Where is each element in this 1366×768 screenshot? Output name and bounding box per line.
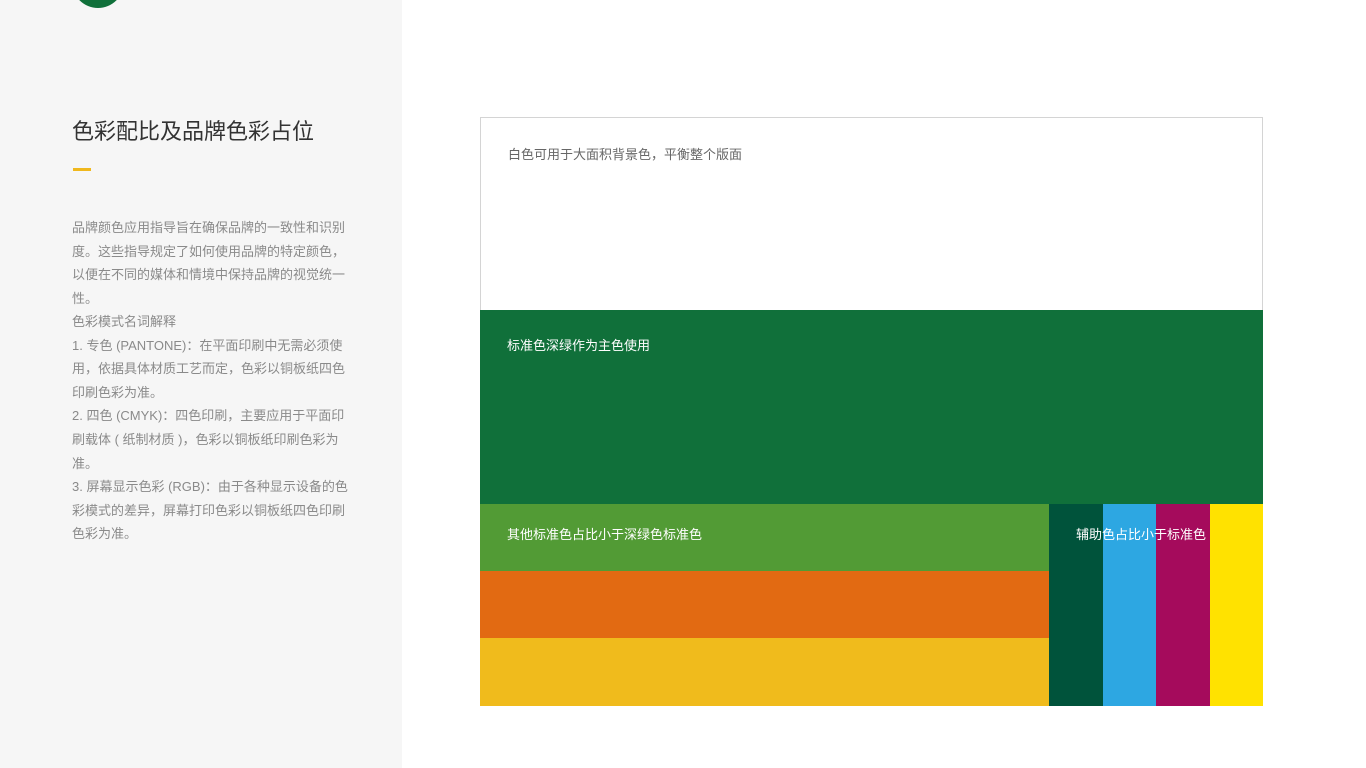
auxiliary-color-block-yellow xyxy=(1210,504,1263,706)
sidebar-panel: 色彩配比及品牌色彩占位 品牌颜色应用指导旨在确保品牌的一致性和识别度。这些指导规… xyxy=(0,0,402,768)
white-color-block: 白色可用于大面积背景色，平衡整个版面 xyxy=(480,117,1263,310)
color-mode-item-cmyk: 2. 四色 (CMYK)：四色印刷，主要应用于平面印刷载体 ( 纸制材质 )，色… xyxy=(72,408,345,471)
page-description: 品牌颜色应用指导旨在确保品牌的一致性和识别度。这些指导规定了如何使用品牌的特定颜… xyxy=(72,220,346,306)
color-proportion-chart: 白色可用于大面积背景色，平衡整个版面 标准色深绿作为主色使用 其他标准色占比小于… xyxy=(480,117,1263,706)
primary-green-block: 标准色深绿作为主色使用 xyxy=(480,310,1263,504)
white-block-label: 白色可用于大面积背景色，平衡整个版面 xyxy=(508,147,743,162)
brand-logo-circle xyxy=(72,0,124,8)
color-modes-heading: 色彩模式名词解释 xyxy=(72,314,177,329)
title-accent-bar xyxy=(73,168,91,171)
page-title: 色彩配比及品牌色彩占位 xyxy=(72,119,315,144)
color-mode-item-pantone: 1. 专色 (PANTONE)：在平面印刷中无需必须使用，依据具体材质工艺而定，… xyxy=(72,337,346,400)
color-modes-section: 色彩模式名词解释 1. 专色 (PANTONE)：在平面印刷中无需必须使用，依据… xyxy=(72,310,357,546)
standard-color-block-yellow xyxy=(480,638,1049,706)
standard-color-block-green: 其他标准色占比小于深绿色标准色 xyxy=(480,504,1049,571)
standard-color-block-orange xyxy=(480,571,1049,638)
color-mode-item-rgb: 3. 屏幕显示色彩 (RGB)：由于各种显示设备的色彩模式的差异，屏幕打印色彩以… xyxy=(72,479,348,542)
auxiliary-block-label: 辅助色占比小于标准色 xyxy=(1076,527,1207,542)
standard-block-label: 其他标准色占比小于深绿色标准色 xyxy=(507,527,703,542)
primary-block-label: 标准色深绿作为主色使用 xyxy=(507,338,651,353)
